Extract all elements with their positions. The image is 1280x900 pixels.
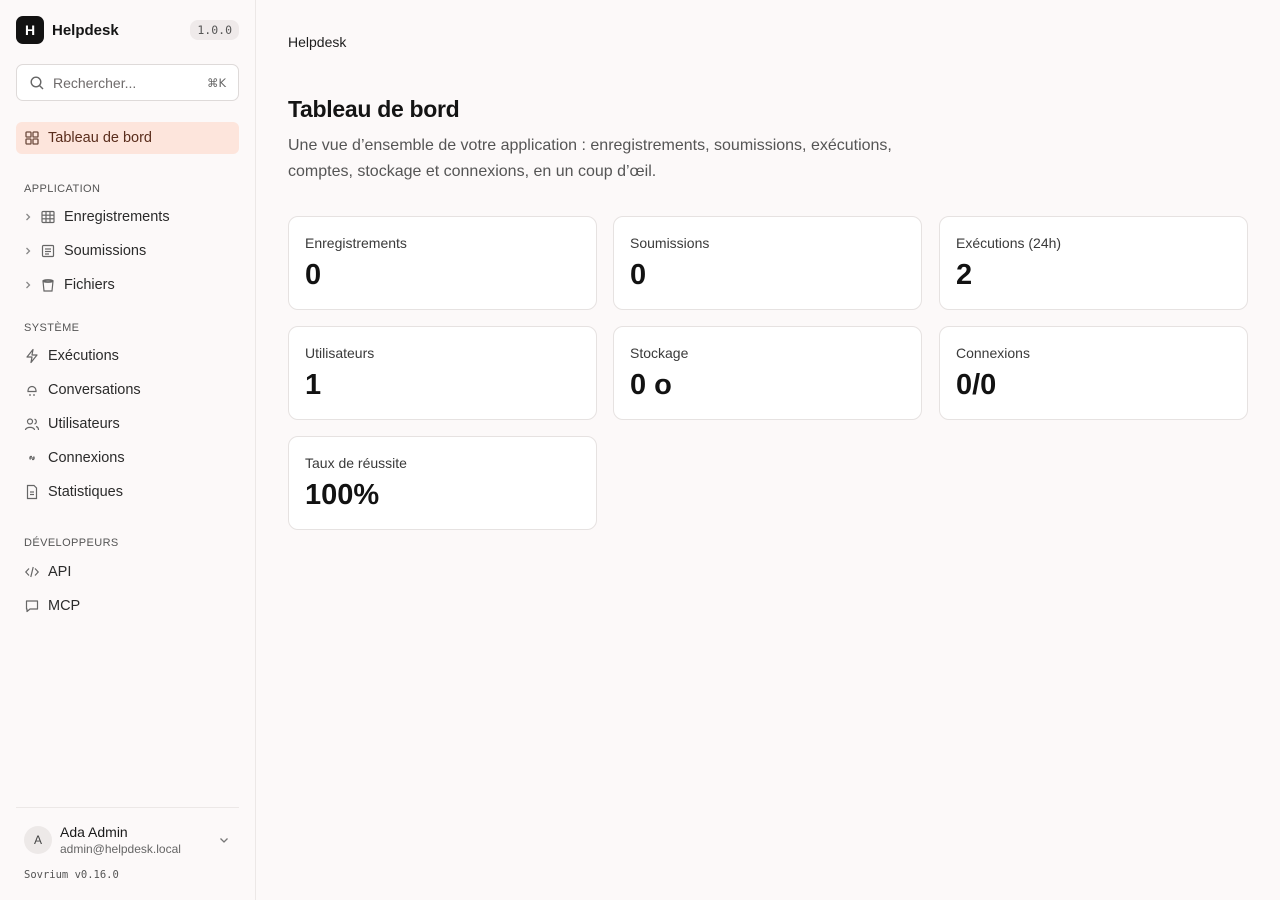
sidebar-item-label: Connexions xyxy=(48,450,125,466)
search-icon xyxy=(29,75,45,91)
stat-label: Enregistrements xyxy=(305,235,407,251)
bolt-icon xyxy=(24,348,40,364)
chevron-right-icon[interactable] xyxy=(22,211,34,223)
stat-value: 100% xyxy=(305,479,380,511)
search-input[interactable] xyxy=(53,74,207,91)
sidebar-item-label: Conversations xyxy=(48,382,141,398)
bot-icon xyxy=(24,382,40,398)
sidebar-item-executions[interactable]: Exécutions xyxy=(16,340,239,372)
file-chart-icon xyxy=(24,484,40,500)
sidebar-item-soumissions[interactable]: Soumissions xyxy=(16,235,239,267)
stat-card-taux-reussite: Taux de réussite 100% xyxy=(288,436,597,530)
chevron-right-icon[interactable] xyxy=(22,245,34,257)
brand[interactable]: H Helpdesk 1.0.0 xyxy=(16,16,239,44)
sidebar-item-label: Soumissions xyxy=(64,243,147,259)
chevron-down-icon[interactable] xyxy=(217,833,231,847)
sidebar-item-conversations[interactable]: Conversations xyxy=(16,374,239,406)
stat-label: Exécutions (24h) xyxy=(956,235,1062,251)
app-version-badge: 1.0.0 xyxy=(190,20,239,40)
sidebar-item-label: API xyxy=(48,564,72,580)
stat-label: Connexions xyxy=(956,345,1030,361)
stat-card-utilisateurs: Utilisateurs 1 xyxy=(288,326,597,420)
sidebar-item-utilisateurs[interactable]: Utilisateurs xyxy=(16,408,239,440)
search-shortcut: ⌘K xyxy=(206,75,226,90)
sidebar-item-label: Exécutions xyxy=(48,348,119,364)
sidebar-item-dashboard[interactable]: Tableau de bord xyxy=(16,122,239,154)
section-label-developpeurs: DÉVELOPPEURS xyxy=(24,537,119,549)
chevron-right-icon[interactable] xyxy=(22,279,34,291)
sidebar: H Helpdesk 1.0.0 ⌘K Tableau de bord APPL… xyxy=(0,0,256,900)
stat-card-enregistrements: Enregistrements 0 xyxy=(288,216,597,310)
stat-card-executions: Exécutions (24h) 2 xyxy=(939,216,1248,310)
code-icon xyxy=(24,564,40,580)
sidebar-item-label: Tableau de bord xyxy=(48,130,152,146)
page-title: Tableau de bord xyxy=(288,96,460,122)
stat-value: 0 o xyxy=(630,369,672,401)
sidebar-item-label: Utilisateurs xyxy=(48,416,120,432)
stat-label: Soumissions xyxy=(630,235,710,251)
avatar: A xyxy=(24,826,52,854)
sidebar-item-mcp[interactable]: MCP xyxy=(16,590,239,622)
grid-icon xyxy=(24,130,40,146)
link-icon xyxy=(24,450,40,466)
table-icon xyxy=(40,209,56,225)
page-description: Une vue d’ensemble de votre application … xyxy=(288,137,892,180)
sidebar-item-label: Fichiers xyxy=(64,277,115,293)
sidebar-item-label: Enregistrements xyxy=(64,209,170,225)
stat-label: Taux de réussite xyxy=(305,455,407,471)
bucket-icon xyxy=(40,277,56,293)
section-label-application: APPLICATION xyxy=(24,183,101,195)
user-area: A Ada Admin admin@helpdesk.local Sovrium… xyxy=(16,807,239,881)
breadcrumb[interactable]: Helpdesk xyxy=(288,34,346,50)
search-box[interactable]: ⌘K xyxy=(16,64,239,101)
sidebar-item-fichiers[interactable]: Fichiers xyxy=(16,269,239,301)
stat-value: 0 xyxy=(305,259,322,291)
stat-label: Utilisateurs xyxy=(305,345,375,361)
app-name: Helpdesk xyxy=(52,21,119,39)
stat-card-soumissions: Soumissions 0 xyxy=(613,216,922,310)
platform-version: Sovrium v0.16.0 xyxy=(24,869,119,881)
sidebar-item-connexions[interactable]: Connexions xyxy=(16,442,239,474)
main-content: Helpdesk Tableau de bord Une vue d’ensem… xyxy=(256,0,1280,900)
sidebar-item-enregistrements[interactable]: Enregistrements xyxy=(16,201,239,233)
users-icon xyxy=(24,416,40,432)
message-icon xyxy=(24,598,40,614)
app-logo: H xyxy=(16,16,44,44)
stat-value: 0 xyxy=(630,259,647,291)
sidebar-item-label: Statistiques xyxy=(48,484,123,500)
sidebar-item-label: MCP xyxy=(48,598,81,614)
stat-value: 1 xyxy=(305,369,322,401)
stat-card-connexions: Connexions 0/0 xyxy=(939,326,1248,420)
stat-value: 2 xyxy=(956,259,973,291)
user-menu[interactable]: A Ada Admin admin@helpdesk.local xyxy=(24,823,231,857)
sidebar-item-statistiques[interactable]: Statistiques xyxy=(16,476,239,508)
stat-value: 0/0 xyxy=(956,369,997,401)
form-icon xyxy=(40,243,56,259)
sidebar-item-api[interactable]: API xyxy=(16,556,239,588)
user-email: admin@helpdesk.local xyxy=(60,842,181,856)
section-label-systeme: SYSTÈME xyxy=(24,322,80,334)
stat-label: Stockage xyxy=(630,345,689,361)
stat-card-stockage: Stockage 0 o xyxy=(613,326,922,420)
user-name: Ada Admin xyxy=(60,824,128,840)
